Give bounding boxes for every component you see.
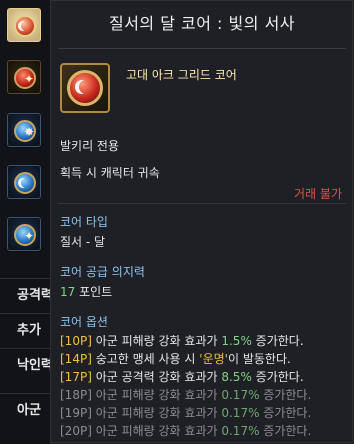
moon-core-icon bbox=[14, 15, 36, 37]
divider bbox=[58, 48, 346, 49]
moon-core-icon bbox=[14, 172, 36, 194]
item-grade-name: 고대 아크 그리드 코어 bbox=[126, 68, 237, 82]
core-supply-value: 17 포인트 bbox=[60, 283, 112, 300]
core-options-label: 코어 옵션 bbox=[60, 315, 108, 329]
divider bbox=[58, 203, 346, 204]
side-label-attack[interactable]: 공격력 bbox=[0, 278, 50, 312]
core-type-label: 코어 타입 bbox=[60, 215, 108, 229]
core-option-row: [18P] 아군 피해량 강화 효과가 0.17% 증가한다. bbox=[60, 388, 312, 402]
core-slot-3[interactable]: ✸ bbox=[7, 113, 41, 147]
core-option-row: [17P] 아군 공격력 강화 효과가 8.5% 증가한다. bbox=[60, 370, 304, 384]
core-slot-2[interactable]: ✦ bbox=[7, 60, 41, 94]
supply-unit: 포인트 bbox=[75, 285, 113, 299]
core-supply-label: 코어 공급 의지력 bbox=[60, 265, 145, 279]
item-icon bbox=[60, 63, 110, 113]
core-option-row: [20P] 아군 피해량 강화 효과가 0.17% 증가한다. bbox=[60, 424, 312, 438]
sun-core-icon: ✦ bbox=[14, 67, 36, 89]
class-restriction: 발키리 전용 bbox=[60, 139, 120, 153]
star-core-icon: ✦ bbox=[14, 224, 36, 246]
trade-status: 거래 불가 bbox=[294, 187, 342, 201]
core-slot-1[interactable] bbox=[7, 8, 41, 42]
core-type-value: 질서 - 달 bbox=[60, 235, 106, 249]
inventory-sidebar: ✦ ✸ ✦ 공격력 추가 낙인력 아군 bbox=[0, 0, 51, 444]
moon-core-icon bbox=[67, 70, 103, 106]
sun-core-icon: ✸ bbox=[14, 120, 36, 142]
core-option-row: [19P] 아군 피해량 강화 효과가 0.17% 증가한다. bbox=[60, 406, 312, 420]
core-slot-4[interactable] bbox=[7, 165, 41, 199]
side-label-ally[interactable]: 아군 bbox=[0, 393, 50, 427]
item-tooltip: 질서의 달 코어 : 빛의 서사 고대 아크 그리드 코어 발키리 전용 획득 … bbox=[50, 0, 354, 444]
core-option-row: [14P] 숭고한 맹세 사용 시 '운명'이 발동한다. bbox=[60, 352, 291, 366]
side-label-extra[interactable]: 추가 bbox=[0, 313, 50, 347]
supply-points: 17 bbox=[60, 285, 76, 299]
bind-info: 획득 시 캐릭터 귀속 bbox=[60, 166, 160, 180]
tooltip-title: 질서의 달 코어 : 빛의 서사 bbox=[108, 14, 296, 33]
side-label-brand[interactable]: 낙인력 bbox=[0, 348, 50, 382]
core-slot-5[interactable]: ✦ bbox=[7, 217, 41, 251]
core-option-row: [10P] 아군 피해량 강화 효과가 1.5% 증가한다. bbox=[60, 334, 304, 348]
